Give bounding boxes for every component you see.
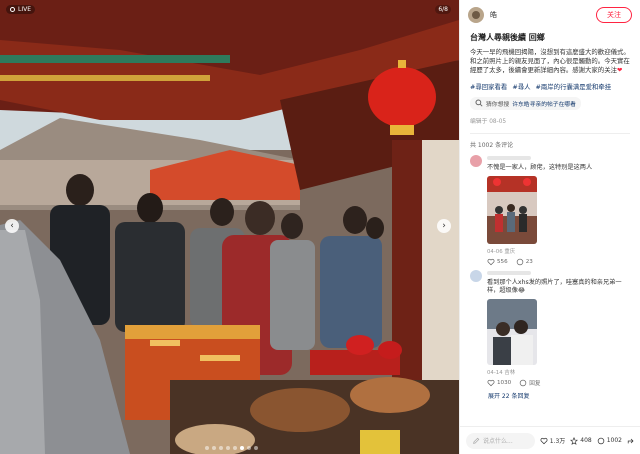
search-icon: [475, 99, 483, 107]
live-badge: LIVE: [6, 5, 36, 14]
tag-link[interactable]: #兩岸的行囊满是爱和牵挂: [536, 83, 612, 91]
heart-icon: [540, 437, 548, 444]
tag-link[interactable]: #尋人: [512, 83, 530, 91]
like-button[interactable]: 1.3万: [540, 436, 566, 445]
pagination-dot[interactable]: [205, 446, 209, 450]
follow-button[interactable]: 关注: [596, 7, 632, 23]
prev-image-button[interactable]: ‹: [5, 219, 19, 233]
post-tags: #尋回家看看 #尋人 #兩岸的行囊满是爱和牵挂: [470, 83, 630, 92]
comment-text: 看到那个人xhs发的照片了，哇塞真的和亲兄弟一样，超级像😂: [487, 279, 622, 295]
comment-actions: 556 23: [487, 258, 632, 266]
reply-bubble-icon: [516, 258, 523, 266]
commenter-avatar[interactable]: [470, 270, 482, 283]
comment-item: 不愧是一家人，顾佬，这特别是这两人 04-06 重庆 556 23: [460, 151, 640, 266]
comment-like-count: 1030: [497, 380, 512, 387]
comment-actions: 1030 回复: [487, 379, 632, 387]
comment-item: 看到那个人xhs发的照片了，哇塞真的和亲兄弟一样，超级像😂 04-14 吉林 1…: [460, 266, 640, 387]
post-body-text: 今天一早的飛機回揭陽，沒想到有這麼盛大的歡迎儀式。和之前照片上的親友見面了，內心…: [470, 48, 630, 75]
photo-viewer[interactable]: LIVE 6/8 ‹ ›: [0, 0, 459, 454]
chevron-right-icon: ›: [442, 221, 446, 231]
tag-link[interactable]: #尋回家看看: [470, 83, 507, 91]
comment-photo: [487, 176, 537, 245]
pagination-dot[interactable]: [233, 446, 237, 450]
next-image-button[interactable]: ›: [437, 219, 451, 233]
post-panel: 皓 关注 台灣人尋親後續 回鄉 今天一早的飛機回揭陽，沒想到有這麼盛大的歡迎儀式…: [459, 0, 640, 454]
heart-icon: [487, 259, 495, 266]
image-pagination-dots[interactable]: [205, 446, 258, 450]
author-bar: 皓 关注: [460, 0, 640, 30]
comment-meta: 04-06 重庆: [487, 249, 516, 256]
author-name[interactable]: 皓: [490, 10, 596, 20]
expand-replies-link[interactable]: 展开 22 条回复: [460, 387, 640, 400]
comment-button[interactable]: 1002: [597, 437, 622, 445]
pagination-dot[interactable]: [254, 446, 258, 450]
share-icon: [627, 438, 634, 443]
like-count: 1.3万: [549, 438, 566, 445]
pencil-icon: [473, 437, 480, 444]
pagination-dot[interactable]: [240, 446, 244, 450]
comment-reply-button[interactable]: 23: [516, 258, 533, 266]
comment-image[interactable]: [487, 299, 537, 366]
search-suggestion: 许东皓寻亲的帖子在哪看: [512, 101, 576, 108]
commenter-avatar[interactable]: [470, 155, 482, 168]
comment-photo: [487, 299, 537, 366]
live-label: LIVE: [18, 6, 32, 13]
comment-input[interactable]: 说点什么...: [466, 432, 535, 449]
chevron-left-icon: ‹: [10, 221, 14, 231]
comment-like-button[interactable]: 1030: [487, 379, 511, 387]
post-body: 今天一早的飛機回揭陽，沒想到有這麼盛大的歡迎儀式。和之前照片上的親友見面了，內心…: [470, 48, 630, 76]
comment-reply-button[interactable]: 回复: [519, 379, 540, 387]
post-date: 编辑于 08-05: [470, 119, 507, 126]
pagination-dot[interactable]: [219, 446, 223, 450]
collect-count: 408: [580, 437, 592, 444]
pagination-dot[interactable]: [226, 446, 230, 450]
comment-bubble-icon: [597, 437, 604, 444]
comment-reply-label: 回复: [529, 381, 541, 388]
post-photo: [0, 0, 459, 454]
engagement-bar: 说点什么... 1.3万 408 1002: [460, 426, 640, 454]
comment-text: 不愧是一家人，顾佬，这特别是这两人: [487, 164, 593, 172]
heart-icon: [487, 380, 495, 387]
collect-button[interactable]: 408: [570, 436, 592, 445]
suggested-search-chip[interactable]: 猜你想搜 许东皓寻亲的帖子在哪看: [470, 96, 581, 110]
comment-reply-count: 23: [525, 259, 533, 266]
reply-bubble-icon: [520, 379, 527, 387]
post-title: 台灣人尋親後續 回鄉: [470, 33, 545, 42]
comment-image[interactable]: [487, 176, 537, 245]
bottom-comment-count: 1002: [606, 437, 622, 444]
star-icon: [570, 436, 579, 445]
pagination-dot[interactable]: [212, 446, 216, 450]
post-content: 台灣人尋親後續 回鄉 今天一早的飛機回揭陽，沒想到有這麼盛大的歡迎儀式。和之前照…: [460, 30, 640, 125]
share-button[interactable]: [627, 437, 635, 445]
commenter-name[interactable]: [487, 155, 632, 162]
comment-like-count: 556: [497, 259, 508, 266]
commenter-name[interactable]: [487, 270, 632, 277]
comment-like-button[interactable]: 556: [487, 258, 508, 266]
author-avatar[interactable]: [468, 7, 484, 23]
pagination-dot[interactable]: [247, 446, 251, 450]
image-counter: 6/8: [435, 5, 451, 14]
comment-count: 共 1002 条评论: [470, 142, 514, 150]
comment-meta: 04-14 吉林: [487, 370, 516, 377]
comment-input-placeholder: 说点什么...: [483, 438, 513, 445]
heart-emoji-icon: ❤: [616, 66, 623, 75]
search-prefix: 猜你想搜: [486, 101, 510, 108]
live-icon: [10, 7, 15, 12]
